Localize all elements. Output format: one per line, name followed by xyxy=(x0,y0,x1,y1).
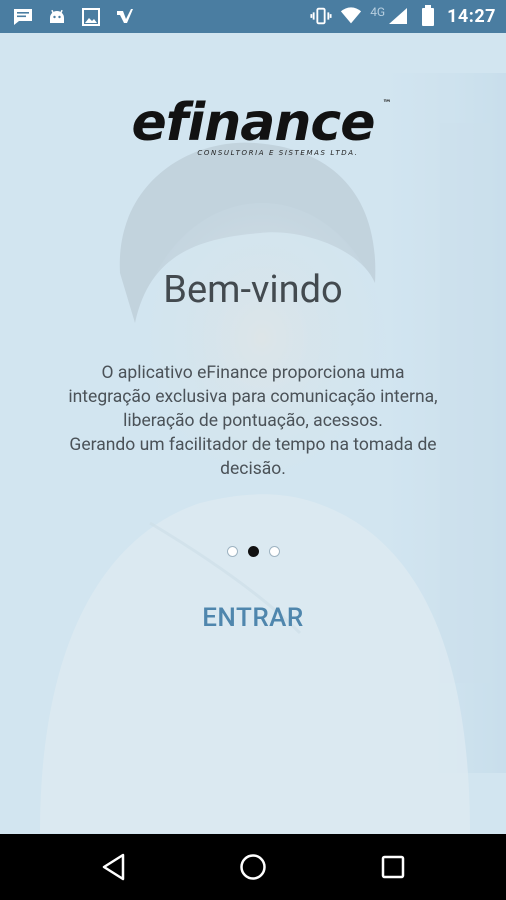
vibrate-icon xyxy=(310,5,332,27)
page-dot-active[interactable] xyxy=(247,546,259,557)
home-icon[interactable] xyxy=(236,850,270,884)
wifi-icon xyxy=(340,5,362,27)
page-dot[interactable] xyxy=(226,546,238,557)
enter-button[interactable]: ENTRAR xyxy=(173,593,333,643)
recents-icon[interactable] xyxy=(376,850,410,884)
message-icon xyxy=(12,6,34,28)
brand-logo: efinance ™ CONSULTORIA E SISTEMAS LTDA. xyxy=(0,93,506,157)
navigation-bar xyxy=(0,834,506,900)
description-line: integração exclusiva para comunicação in… xyxy=(68,387,438,407)
status-bar: 4G 14:27 xyxy=(0,0,506,33)
signal-icon xyxy=(387,5,409,27)
app-icon xyxy=(114,6,136,28)
clock: 14:27 xyxy=(447,5,496,27)
description-line: decisão. xyxy=(220,459,286,479)
page-indicator xyxy=(0,546,506,557)
brand-name: efinance xyxy=(131,93,376,153)
description-line: O aplicativo eFinance proporciona uma xyxy=(101,363,405,383)
image-icon xyxy=(80,6,102,28)
trademark: ™ xyxy=(382,99,391,109)
battery-icon xyxy=(417,5,439,27)
network-type: 4G xyxy=(370,5,386,19)
back-icon[interactable] xyxy=(97,850,131,884)
description-line: Gerando um facilitador de tempo na tomad… xyxy=(69,435,437,455)
android-icon xyxy=(46,6,68,28)
page-dot[interactable] xyxy=(268,546,280,557)
welcome-description: O aplicativo eFinance proporciona uma in… xyxy=(30,361,476,481)
welcome-screen: efinance ™ CONSULTORIA E SISTEMAS LTDA. … xyxy=(0,33,506,834)
description-line: liberação de pontuação, acessos. xyxy=(123,411,383,431)
welcome-title: Bem-vindo xyxy=(163,268,343,312)
